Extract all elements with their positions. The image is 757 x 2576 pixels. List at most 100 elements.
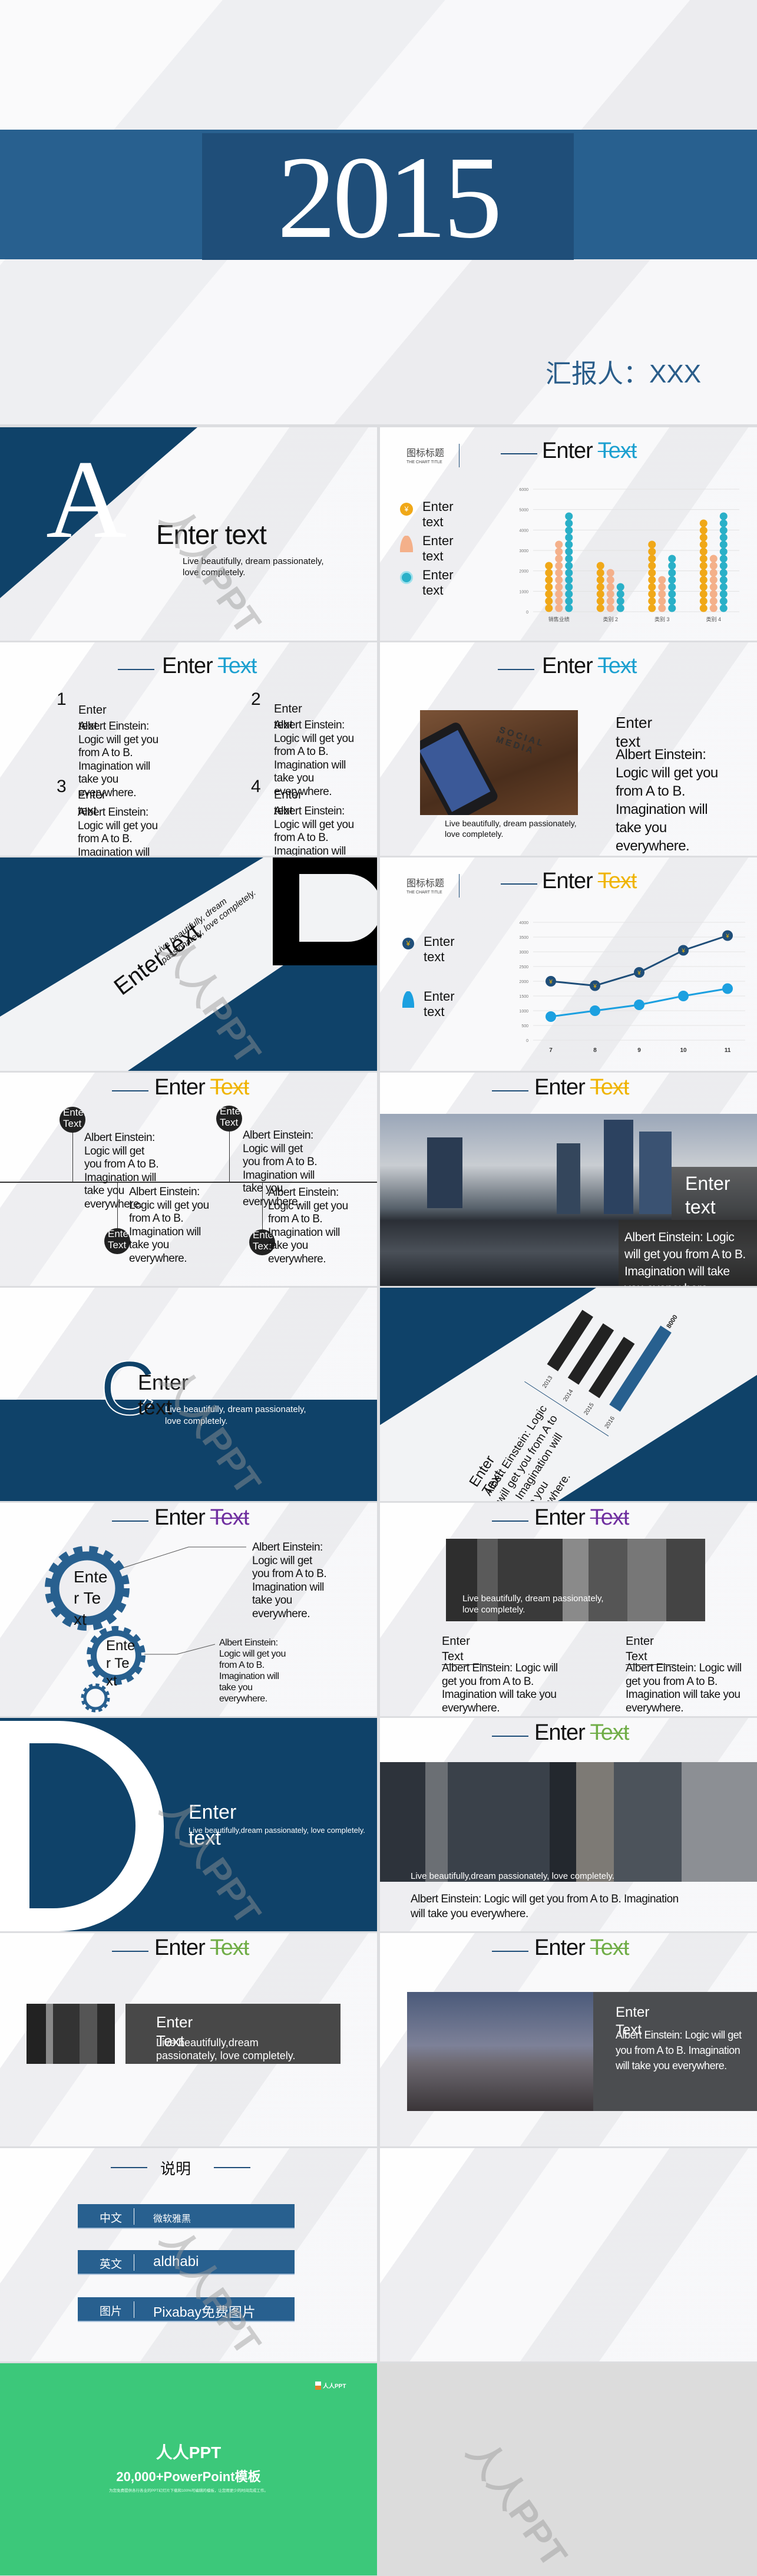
- legend-item: Enter text: [400, 533, 454, 564]
- chart-title-cn: 图标标题: [406, 448, 445, 459]
- y-tick-label: 3000: [519, 549, 528, 553]
- data-point: [546, 1011, 556, 1022]
- y-tick-label: 4000: [519, 529, 528, 533]
- header-word: Enter: [542, 869, 598, 893]
- x-tick-label: 10: [680, 1047, 687, 1054]
- item-number: 4: [251, 777, 261, 796]
- bead: [606, 590, 614, 598]
- header-line: [112, 1951, 148, 1952]
- photo-tiles-text: SOCIAL MEDIA: [494, 724, 546, 757]
- bead: [719, 533, 728, 542]
- slide-d-white: D Enter text Live beautifully,dream pass…: [0, 1718, 377, 1931]
- chart-title-cn: 图标标题: [406, 879, 445, 889]
- column-body: Albert Einstein: Logic will get you from…: [442, 1662, 558, 1714]
- gear-label: Enter Text: [74, 1568, 108, 1628]
- x-tick-label: 销售业绩: [548, 616, 570, 622]
- bead: [565, 590, 573, 598]
- header-title: Enter Text: [542, 654, 637, 678]
- x-tick-label: 类别 2: [603, 616, 618, 622]
- y-tick-label: 3000: [519, 951, 528, 955]
- bead: [565, 583, 573, 591]
- phone-shape: [420, 720, 500, 815]
- slide-subtitle: Live beautifully, dream passionately, lo…: [183, 556, 324, 578]
- bead: [565, 540, 573, 549]
- header-accent: Text: [210, 1935, 250, 1960]
- point-icon: ¥: [681, 948, 685, 955]
- y-tick-label: 1000: [519, 590, 528, 594]
- header-word: Enter: [534, 1505, 590, 1530]
- photo-caption: Live beautifully, dream passionately, lo…: [445, 819, 577, 839]
- person-icon: [402, 991, 414, 1008]
- header-accent: Text: [590, 1720, 630, 1745]
- bead: [596, 562, 604, 570]
- bead: [648, 562, 656, 570]
- bead: [596, 597, 604, 605]
- bead: [699, 604, 708, 612]
- note-value: Pixabay免费图片: [153, 2304, 256, 2320]
- note-row: 中文 微软雅黑: [78, 2204, 295, 2229]
- bead: [719, 604, 728, 612]
- bead: [719, 526, 728, 535]
- bead: [658, 576, 666, 584]
- bar-label: 2015: [583, 1401, 596, 1416]
- bead: [709, 590, 718, 598]
- letter-counter: [299, 874, 377, 942]
- header-accent: Text: [590, 1505, 630, 1530]
- title-slide: 2015 汇报人：XXX: [0, 0, 757, 424]
- header-title: Enter Text: [542, 439, 637, 463]
- bead: [709, 576, 718, 584]
- data-point: [678, 991, 689, 1001]
- bead: [555, 540, 563, 549]
- bead: [699, 540, 708, 549]
- gear-icon: [81, 1683, 110, 1713]
- x-tick-label: 9: [637, 1047, 641, 1054]
- bead: [555, 576, 563, 584]
- slide-gray-city: Enter Text Live beautifully, dream passi…: [380, 1503, 757, 1716]
- header-title: Enter Text: [534, 1936, 629, 1960]
- x-tick-label: 8: [593, 1047, 597, 1054]
- x-tick-label: 7: [549, 1047, 553, 1054]
- bead: [596, 583, 604, 591]
- bead: [668, 569, 676, 577]
- bead: [555, 547, 563, 556]
- bead: [658, 583, 666, 591]
- yen-coin-icon: ¥: [402, 938, 414, 949]
- slide-box: Enter Text Enter Text Live beautifully,d…: [0, 1933, 377, 2146]
- header-title: Enter Text: [534, 1076, 629, 1099]
- y-tick-label: 2500: [519, 965, 528, 969]
- medal-icon: [400, 571, 413, 584]
- bead: [596, 590, 604, 598]
- bead: [616, 597, 624, 605]
- photo-caption: Live beautifully,dream passionately, lov…: [411, 1871, 615, 1881]
- point-icon: ¥: [637, 970, 641, 977]
- bar: [565, 512, 573, 612]
- bead: [719, 512, 728, 520]
- bar: [668, 555, 676, 612]
- y-tick-label: 4000: [519, 921, 528, 925]
- bead: [719, 569, 728, 577]
- beach-photo: [407, 1992, 596, 2111]
- bead: [658, 604, 666, 612]
- bead: [648, 583, 656, 591]
- series-line: [550, 935, 728, 987]
- header-word: Enter: [534, 1075, 590, 1100]
- bead: [668, 597, 676, 605]
- point-icon: ¥: [725, 934, 729, 940]
- bead: [565, 555, 573, 563]
- box-caption: Live beautifully,dream passionately, lov…: [156, 2037, 296, 2062]
- note-key: 中文: [100, 2212, 123, 2225]
- column-title: Enter Text: [626, 1634, 676, 1665]
- bead: [555, 555, 563, 563]
- end-title: 人人PPT: [156, 2443, 222, 2462]
- bead: [565, 526, 573, 535]
- bead: [545, 562, 553, 570]
- bead: [719, 597, 728, 605]
- header-line: [118, 669, 154, 670]
- bead: [545, 576, 553, 584]
- bead: [555, 604, 563, 612]
- legend-item: ¥ Enter text: [400, 499, 454, 530]
- bar: [658, 576, 666, 612]
- timeline-circle: Enter Text: [59, 1107, 85, 1133]
- slide-subtitle: Live beautifully, dream passionately, lo…: [165, 1404, 306, 1426]
- item-body: Albert Einstein: Logic will get you from…: [274, 805, 354, 856]
